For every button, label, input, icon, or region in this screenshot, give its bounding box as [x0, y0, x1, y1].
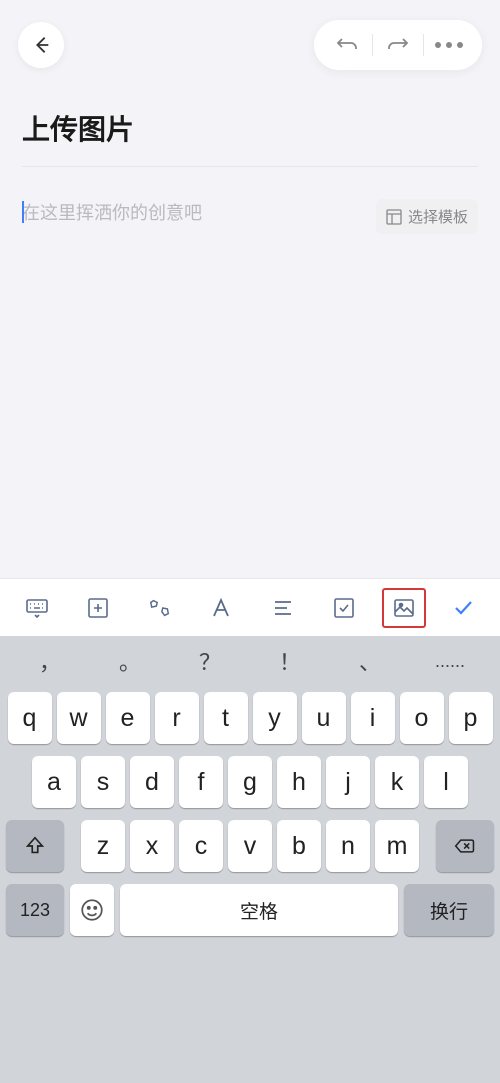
more-button[interactable] [430, 30, 468, 60]
emoji-key[interactable] [70, 884, 114, 936]
punct-key-question[interactable]: ？ [185, 645, 235, 677]
key-m[interactable]: m [375, 820, 419, 872]
key-y[interactable]: y [253, 692, 297, 744]
shape-button[interactable] [136, 584, 184, 632]
text-a-icon [209, 596, 233, 620]
shift-icon [24, 835, 46, 857]
key-z[interactable]: z [81, 820, 125, 872]
key-j[interactable]: j [326, 756, 370, 808]
list-icon [271, 596, 295, 620]
key-t[interactable]: t [204, 692, 248, 744]
key-b[interactable]: b [277, 820, 321, 872]
return-key[interactable]: 换行 [404, 884, 494, 936]
numeric-key[interactable]: 123 [6, 884, 64, 936]
add-block-button[interactable] [74, 584, 122, 632]
key-g[interactable]: g [228, 756, 272, 808]
key-v[interactable]: v [228, 820, 272, 872]
key-w[interactable]: w [57, 692, 101, 744]
key-d[interactable]: d [130, 756, 174, 808]
content-placeholder: 在这里挥洒你的创意吧 [22, 203, 202, 223]
image-button[interactable] [382, 588, 426, 628]
content-input[interactable]: 在这里挥洒你的创意吧 [22, 199, 202, 225]
keyboard: ， 。 ？ ！ 、 ...... qwertyuiop asdfghjkl zx… [0, 636, 500, 1083]
shape-icon [148, 596, 172, 620]
punct-key-period[interactable]: 。 [105, 645, 155, 677]
checkbox-button[interactable] [320, 584, 368, 632]
emoji-icon [79, 897, 105, 923]
space-key[interactable]: 空格 [120, 884, 398, 936]
keyboard-hide-icon [25, 596, 49, 620]
key-r[interactable]: r [155, 692, 199, 744]
punct-key-comma[interactable]: ， [25, 645, 75, 677]
redo-button[interactable] [379, 30, 417, 60]
key-n[interactable]: n [326, 820, 370, 872]
key-u[interactable]: u [302, 692, 346, 744]
select-template-button[interactable]: 选择模板 [376, 199, 478, 234]
key-o[interactable]: o [400, 692, 444, 744]
key-l[interactable]: l [424, 756, 468, 808]
redo-icon [386, 35, 410, 55]
list-button[interactable] [259, 584, 307, 632]
check-icon [451, 596, 475, 620]
done-button[interactable] [439, 584, 487, 632]
arrow-left-icon [30, 34, 52, 56]
text-cursor [22, 201, 24, 223]
punct-key-exclaim[interactable]: ！ [265, 645, 315, 677]
image-icon [392, 596, 416, 620]
template-button-label: 选择模板 [408, 206, 468, 227]
punct-key-ellipsis[interactable]: ...... [425, 651, 475, 672]
back-button[interactable] [18, 22, 64, 68]
text-format-button[interactable] [197, 584, 245, 632]
key-h[interactable]: h [277, 756, 321, 808]
shift-key[interactable] [6, 820, 64, 872]
key-c[interactable]: c [179, 820, 223, 872]
page-title: 上传图片 [22, 108, 478, 167]
punct-key-slight[interactable]: 、 [345, 645, 395, 677]
backspace-key[interactable] [436, 820, 494, 872]
checkbox-icon [332, 596, 356, 620]
key-q[interactable]: q [8, 692, 52, 744]
key-f[interactable]: f [179, 756, 223, 808]
key-p[interactable]: p [449, 692, 493, 744]
template-icon [386, 209, 402, 225]
keyboard-hide-button[interactable] [13, 584, 61, 632]
key-k[interactable]: k [375, 756, 419, 808]
key-i[interactable]: i [351, 692, 395, 744]
key-e[interactable]: e [106, 692, 150, 744]
more-icon [435, 42, 463, 48]
key-a[interactable]: a [32, 756, 76, 808]
undo-button[interactable] [328, 30, 366, 60]
separator [372, 34, 373, 56]
plus-square-icon [86, 596, 110, 620]
backspace-icon [454, 835, 476, 857]
undo-icon [335, 35, 359, 55]
key-x[interactable]: x [130, 820, 174, 872]
separator [423, 34, 424, 56]
key-s[interactable]: s [81, 756, 125, 808]
